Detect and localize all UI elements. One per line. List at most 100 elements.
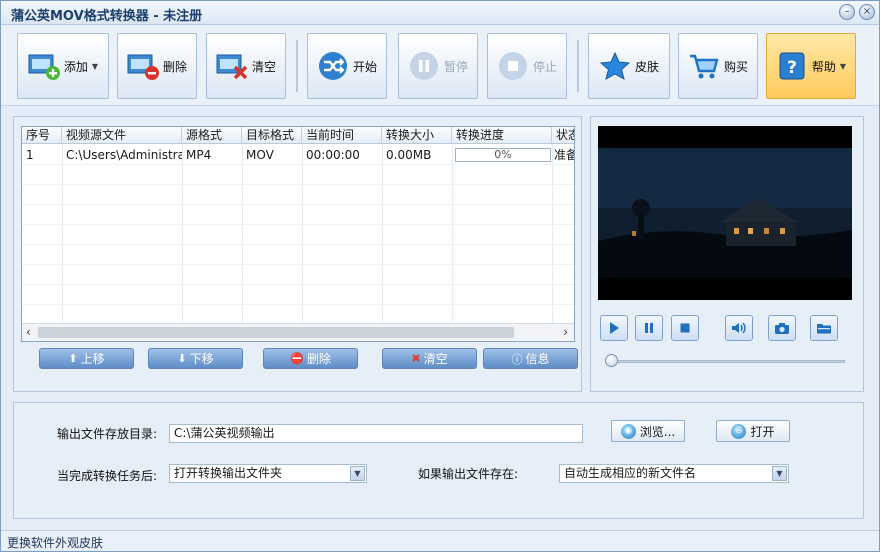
info-button[interactable]: ⓘ 信息 <box>483 348 578 369</box>
list-clear-button[interactable]: ✖ 清空 <box>382 348 477 369</box>
title-bar[interactable]: 蒲公英MOV格式转换器 - 未注册 – × <box>1 1 879 25</box>
scroll-left-icon[interactable]: ‹ <box>26 325 31 339</box>
player-pause-button[interactable] <box>635 315 663 341</box>
grid-line <box>22 224 574 225</box>
slider-knob[interactable] <box>605 354 618 367</box>
star-icon <box>599 51 631 81</box>
horizontal-scrollbar[interactable]: ‹ › <box>22 323 574 341</box>
toolbar: 添加 ▼ 删除 清空 开始 暂停 停止 皮肤 购买 ? 帮助 ▼ <box>1 26 879 106</box>
clear-button[interactable]: 清空 <box>206 33 286 99</box>
grid-line <box>182 144 183 324</box>
if-exists-value: 自动生成相应的新文件名 <box>564 466 697 480</box>
info-icon: ⓘ <box>511 352 523 366</box>
column-header[interactable]: 序号 <box>22 127 62 144</box>
column-header[interactable]: 源格式 <box>182 127 242 144</box>
close-button[interactable]: × <box>859 4 875 20</box>
play-button[interactable] <box>600 315 628 341</box>
volume-button[interactable] <box>725 315 753 341</box>
x-mark-icon: ✖ <box>411 352 421 365</box>
chevron-down-icon[interactable]: ▼ <box>772 466 787 481</box>
file-table[interactable]: 序号 视频源文件 源格式 目标格式 当前时间 转换大小 转换进度 状态 1 C:… <box>21 126 575 342</box>
after-complete-label: 当完成转换任务后: <box>57 469 158 483</box>
scrollbar-thumb[interactable] <box>38 327 514 338</box>
list-delete-button[interactable]: ⛔ 删除 <box>263 348 358 369</box>
help-button[interactable]: ? 帮助 ▼ <box>766 33 856 99</box>
row-current-time: 00:00:00 <box>306 148 360 162</box>
status-text[interactable]: 更换软件外观皮肤 <box>7 534 103 551</box>
grid-line <box>242 144 243 324</box>
help-icon: ? <box>776 51 808 81</box>
grid-line <box>22 204 574 205</box>
window-title: 蒲公英MOV格式转换器 - 未注册 <box>11 9 203 24</box>
move-up-button[interactable]: ⬆ 上移 <box>39 348 134 369</box>
start-button[interactable]: 开始 <box>307 33 387 99</box>
row-source: C:\Users\Administrator... <box>66 148 182 162</box>
column-header[interactable]: 状态 <box>552 127 574 144</box>
chevron-down-icon[interactable]: ▼ <box>840 62 846 71</box>
browse-icon: ◉ <box>620 423 636 439</box>
snapshot-button[interactable] <box>768 315 796 341</box>
pause-button[interactable]: 暂停 <box>398 33 478 99</box>
pause-label: 暂停 <box>443 59 468 74</box>
row-status: 准备 <box>554 148 574 162</box>
pause-icon <box>408 51 440 81</box>
folder-icon <box>817 324 831 334</box>
minus-circle-icon: ⛔ <box>290 352 304 365</box>
stop-button[interactable]: 停止 <box>487 33 567 99</box>
chevron-down-icon[interactable]: ▼ <box>92 62 98 71</box>
column-header[interactable]: 目标格式 <box>242 127 302 144</box>
toolbar-separator <box>577 40 579 92</box>
delete-video-icon <box>127 51 159 81</box>
app-window: 蒲公英MOV格式转换器 - 未注册 – × 添加 ▼ 删除 清空 开始 暂停 停… <box>0 0 880 552</box>
if-exists-select[interactable]: 自动生成相应的新文件名 ▼ <box>559 464 789 483</box>
scroll-right-icon[interactable]: › <box>563 325 568 339</box>
row-dst-format: MOV <box>246 148 274 162</box>
output-dir-label: 输出文件存放目录: <box>57 427 158 441</box>
column-header[interactable]: 当前时间 <box>302 127 382 144</box>
column-header[interactable]: 转换进度 <box>452 127 552 144</box>
toolbar-separator <box>296 40 298 92</box>
open-folder-button[interactable] <box>810 315 838 341</box>
move-up-label: 上移 <box>80 352 105 366</box>
chevron-down-icon[interactable]: ▼ <box>350 466 365 481</box>
output-dir-input[interactable]: C:\蒲公英视频输出 <box>169 424 583 443</box>
browse-button[interactable]: ◉ 浏览... <box>611 420 685 442</box>
minimize-button[interactable]: – <box>839 4 855 20</box>
open-label: 打开 <box>750 424 775 439</box>
buy-button[interactable]: 购买 <box>678 33 758 99</box>
after-complete-select[interactable]: 打开转换输出文件夹 ▼ <box>169 464 367 483</box>
player-stop-button[interactable] <box>671 315 699 341</box>
add-button[interactable]: 添加 ▼ <box>17 33 109 99</box>
row-src-format: MP4 <box>186 148 212 162</box>
arrow-down-icon: ⬇ <box>177 352 187 365</box>
film-reel-icon: ✇ <box>731 423 747 439</box>
list-clear-label: 清空 <box>423 352 448 366</box>
shuffle-icon <box>317 51 349 81</box>
pause-icon <box>645 323 653 333</box>
camera-icon <box>775 323 789 334</box>
column-header[interactable]: 转换大小 <box>382 127 452 144</box>
table-header: 序号 视频源文件 源格式 目标格式 当前时间 转换大小 转换进度 状态 <box>22 127 574 144</box>
row-progress-bar: 0% <box>455 148 551 162</box>
grid-line <box>22 284 574 285</box>
delete-button[interactable]: 删除 <box>117 33 197 99</box>
buy-label: 购买 <box>723 59 748 74</box>
grid-line <box>22 184 574 185</box>
grid-line <box>22 244 574 245</box>
add-label: 添加 <box>63 59 88 74</box>
row-size: 0.00MB <box>386 148 432 162</box>
grid-line <box>22 264 574 265</box>
stop-icon <box>680 323 690 333</box>
cart-icon <box>688 51 720 81</box>
move-down-button[interactable]: ⬇ 下移 <box>148 348 243 369</box>
grid-line <box>22 164 574 165</box>
column-header[interactable]: 视频源文件 <box>62 127 182 144</box>
skin-button[interactable]: 皮肤 <box>588 33 670 99</box>
clear-label: 清空 <box>251 59 276 74</box>
grid-line <box>62 144 63 324</box>
status-bar: 更换软件外观皮肤 <box>1 530 879 551</box>
browse-label: 浏览... <box>639 424 676 439</box>
open-button[interactable]: ✇ 打开 <box>716 420 790 442</box>
grid-line <box>302 144 303 324</box>
playback-slider[interactable] <box>607 360 845 363</box>
